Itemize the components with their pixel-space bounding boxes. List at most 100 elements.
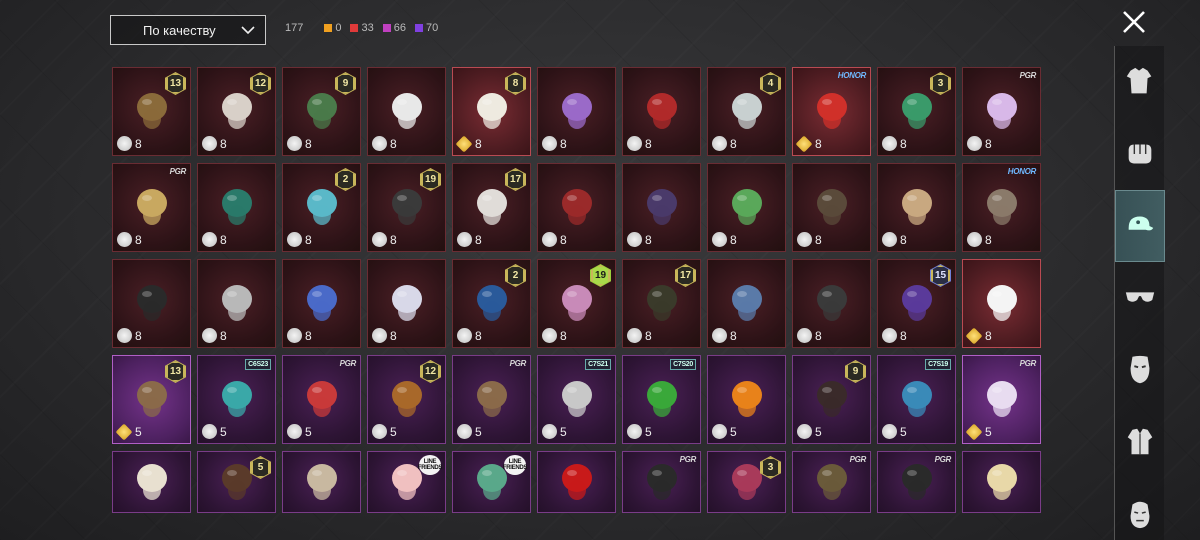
inventory-item[interactable]: 8	[792, 259, 871, 348]
inventory-item[interactable]: PGR 8	[112, 163, 191, 252]
rarity-swatch	[350, 24, 359, 32]
silver-fragment-icon	[117, 136, 132, 151]
inventory-item[interactable]: 8	[112, 259, 191, 348]
face-mask-icon	[1130, 355, 1150, 384]
silver-fragment-icon	[542, 424, 557, 439]
sidebar-tab-sunglasses[interactable]	[1115, 262, 1165, 334]
quantity-value: 5	[900, 424, 907, 439]
item-quantity: 8	[795, 135, 822, 153]
inventory-item[interactable]: 19 8	[367, 163, 446, 252]
sunglasses-icon	[1125, 292, 1155, 302]
inventory-item[interactable]: 12 5	[367, 355, 446, 444]
silver-fragment-icon	[882, 328, 897, 343]
sidebar-tab-outfit[interactable]	[1115, 46, 1165, 118]
inventory-item[interactable]: 8	[197, 259, 276, 348]
inventory-item[interactable]: 88	[452, 67, 531, 156]
silver-fragment-icon	[202, 328, 217, 343]
item-quantity: 5	[542, 424, 567, 439]
silver-fragment-icon	[372, 328, 387, 343]
inventory-item[interactable]: 8	[962, 259, 1041, 348]
inventory-item[interactable]: PGR	[622, 451, 701, 513]
silver-fragment-icon	[202, 136, 217, 151]
inventory-item[interactable]: 19 8	[537, 259, 616, 348]
quantity-value: 8	[815, 232, 822, 247]
item-quantity: 8	[882, 328, 907, 343]
inventory-item[interactable]: 8	[367, 259, 446, 348]
headwear-icon	[979, 87, 1025, 133]
inventory-item[interactable]: PGR 5	[962, 355, 1041, 444]
inventory-item[interactable]: 8	[622, 67, 701, 156]
inventory-item[interactable]	[282, 451, 361, 513]
rarity-swatch	[382, 24, 391, 32]
inventory-item[interactable]: 8	[877, 163, 956, 252]
inventory-item[interactable]: 28	[452, 259, 531, 348]
inventory-item[interactable]: 8	[707, 163, 786, 252]
sidebar-tab-fist[interactable]	[1115, 118, 1165, 190]
quantity-value: 8	[985, 232, 992, 247]
headwear-icon	[299, 458, 345, 504]
inventory-item[interactable]: PGR	[877, 451, 956, 513]
inventory-item[interactable]: 17 8	[452, 163, 531, 252]
inventory-item[interactable]	[962, 451, 1041, 513]
count-value: 0	[335, 22, 342, 34]
inventory-item[interactable]: PGR 5	[282, 355, 361, 444]
gold-coupon-icon	[455, 135, 473, 153]
inventory-item[interactable]: 8	[792, 163, 871, 252]
sort-dropdown[interactable]: По качеству	[110, 15, 266, 45]
inventory-item[interactable]: 38	[877, 67, 956, 156]
inventory-item[interactable]: C7S21 5	[537, 355, 616, 444]
inventory-item[interactable]: 13 8	[112, 67, 191, 156]
inventory-item[interactable]: LINE FRIENDS	[367, 451, 446, 513]
item-quantity: 5	[457, 424, 482, 439]
sidebar-tab-cap[interactable]	[1115, 190, 1165, 262]
inventory-item[interactable]: 8	[537, 163, 616, 252]
inventory-item[interactable]: 8	[367, 67, 446, 156]
inventory-item[interactable]: 5	[197, 451, 276, 513]
inventory-item[interactable]: 15 8	[877, 259, 956, 348]
inventory-item[interactable]: 8	[282, 259, 361, 348]
inventory-item[interactable]	[112, 451, 191, 513]
collab-tag: C7S21	[585, 359, 611, 370]
inventory-item[interactable]: 5	[707, 355, 786, 444]
item-quantity: 5	[882, 424, 907, 439]
item-quantity: 8	[797, 232, 822, 247]
inventory-item[interactable]: C7S19 5	[877, 355, 956, 444]
silver-fragment-icon	[882, 424, 897, 439]
quantity-value: 5	[730, 424, 737, 439]
inventory-item[interactable]: C7S20 5	[622, 355, 701, 444]
silver-fragment-icon	[797, 232, 812, 247]
inventory-item[interactable]: 12 8	[197, 67, 276, 156]
inventory-item[interactable]	[537, 451, 616, 513]
inventory-item[interactable]: 8	[707, 259, 786, 348]
quantity-value: 8	[390, 232, 397, 247]
quantity-value: 8	[985, 136, 992, 151]
sidebar-tab-head[interactable]	[1115, 478, 1165, 540]
sidebar-tab-jacket[interactable]	[1115, 406, 1165, 478]
inventory-item[interactable]: 28	[282, 163, 361, 252]
inventory-item[interactable]: 48	[707, 67, 786, 156]
inventory-item[interactable]: PGR	[792, 451, 871, 513]
inventory-item[interactable]: 8	[622, 163, 701, 252]
item-quantity: 8	[542, 232, 567, 247]
inventory-item[interactable]: 3	[707, 451, 786, 513]
inventory-item[interactable]: HONOR 8	[792, 67, 871, 156]
inventory-item[interactable]: HONOR 8	[962, 163, 1041, 252]
item-quantity: 8	[202, 328, 227, 343]
inventory-item[interactable]: LINE FRIENDS	[452, 451, 531, 513]
quantity-value: 8	[305, 136, 312, 151]
inventory-item[interactable]: 98	[282, 67, 361, 156]
collab-tag: LINE FRIENDS	[503, 455, 527, 475]
inventory-item[interactable]: 8	[537, 67, 616, 156]
inventory-item[interactable]: 17 8	[622, 259, 701, 348]
inventory-item[interactable]: 95	[792, 355, 871, 444]
inventory-item[interactable]: C6S23 5	[197, 355, 276, 444]
collab-tag: LINE FRIENDS	[418, 455, 442, 475]
inventory-item[interactable]: 13 5	[112, 355, 191, 444]
sidebar-tab-face-mask[interactable]	[1115, 334, 1165, 406]
inventory-item[interactable]: 8	[197, 163, 276, 252]
silver-fragment-icon	[882, 136, 897, 151]
inventory-item[interactable]: PGR 5	[452, 355, 531, 444]
inventory-item[interactable]: PGR 8	[962, 67, 1041, 156]
silver-fragment-icon	[627, 328, 642, 343]
close-icon[interactable]	[1118, 8, 1150, 40]
